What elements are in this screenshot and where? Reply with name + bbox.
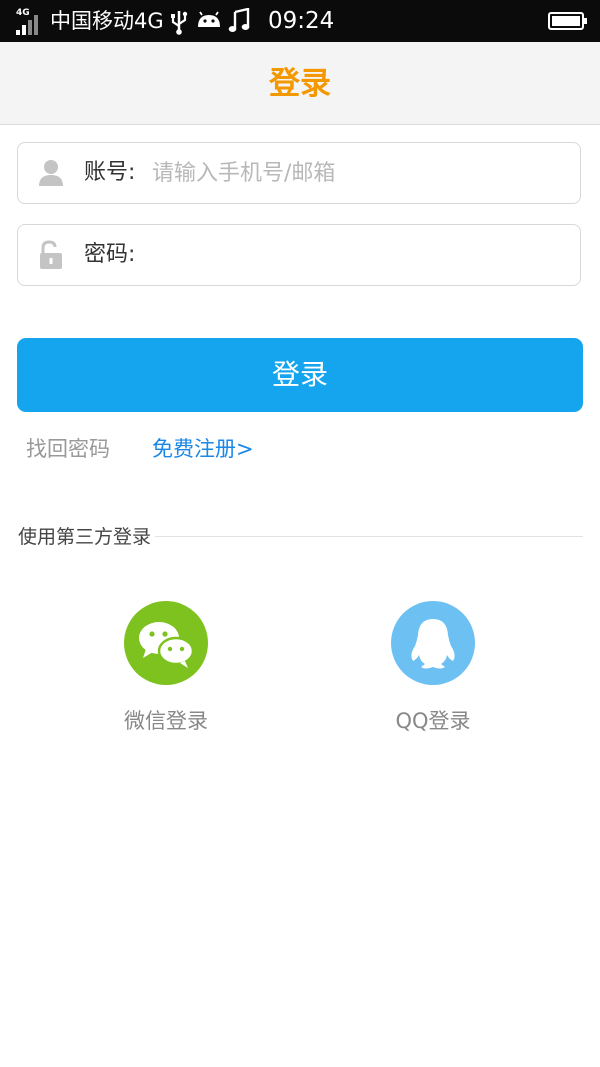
wechat-label: 微信登录	[124, 709, 208, 733]
qq-label: QQ登录	[395, 709, 471, 733]
qq-button[interactable]	[391, 601, 475, 685]
account-label: 账号:	[84, 160, 136, 185]
register-link[interactable]: 免费注册>	[152, 434, 254, 464]
password-field[interactable]: 密码:	[17, 224, 581, 286]
password-input[interactable]	[152, 235, 562, 275]
account-input[interactable]	[152, 153, 562, 193]
battery-icon	[548, 12, 587, 30]
page-title: 登录	[269, 66, 331, 102]
forgot-password-link[interactable]: 找回密码	[26, 434, 110, 464]
qq-penguin-icon	[411, 619, 455, 669]
wechat-icon	[139, 622, 195, 668]
music-icon	[228, 8, 250, 32]
qq-login[interactable]: QQ登录	[353, 601, 513, 735]
usb-icon	[171, 11, 188, 35]
clock: 09:24	[268, 8, 335, 34]
user-icon	[39, 160, 63, 186]
lock-icon	[40, 240, 62, 269]
login-button[interactable]: 登录	[17, 338, 583, 412]
signal-icon: 4G	[16, 8, 38, 35]
carrier-name: 中国移动4G	[50, 9, 164, 33]
account-field[interactable]: 账号:	[17, 142, 581, 204]
wechat-button[interactable]	[124, 601, 208, 685]
title-bar: 登录	[0, 42, 600, 125]
status-bar: 4G 中国移动4G 09:24	[0, 0, 600, 42]
wechat-login[interactable]: 微信登录	[86, 601, 246, 735]
password-label: 密码:	[84, 242, 136, 267]
network-badge: 4G	[16, 8, 30, 18]
android-icon	[198, 11, 220, 27]
third-party-label: 使用第三方登录	[18, 523, 156, 551]
